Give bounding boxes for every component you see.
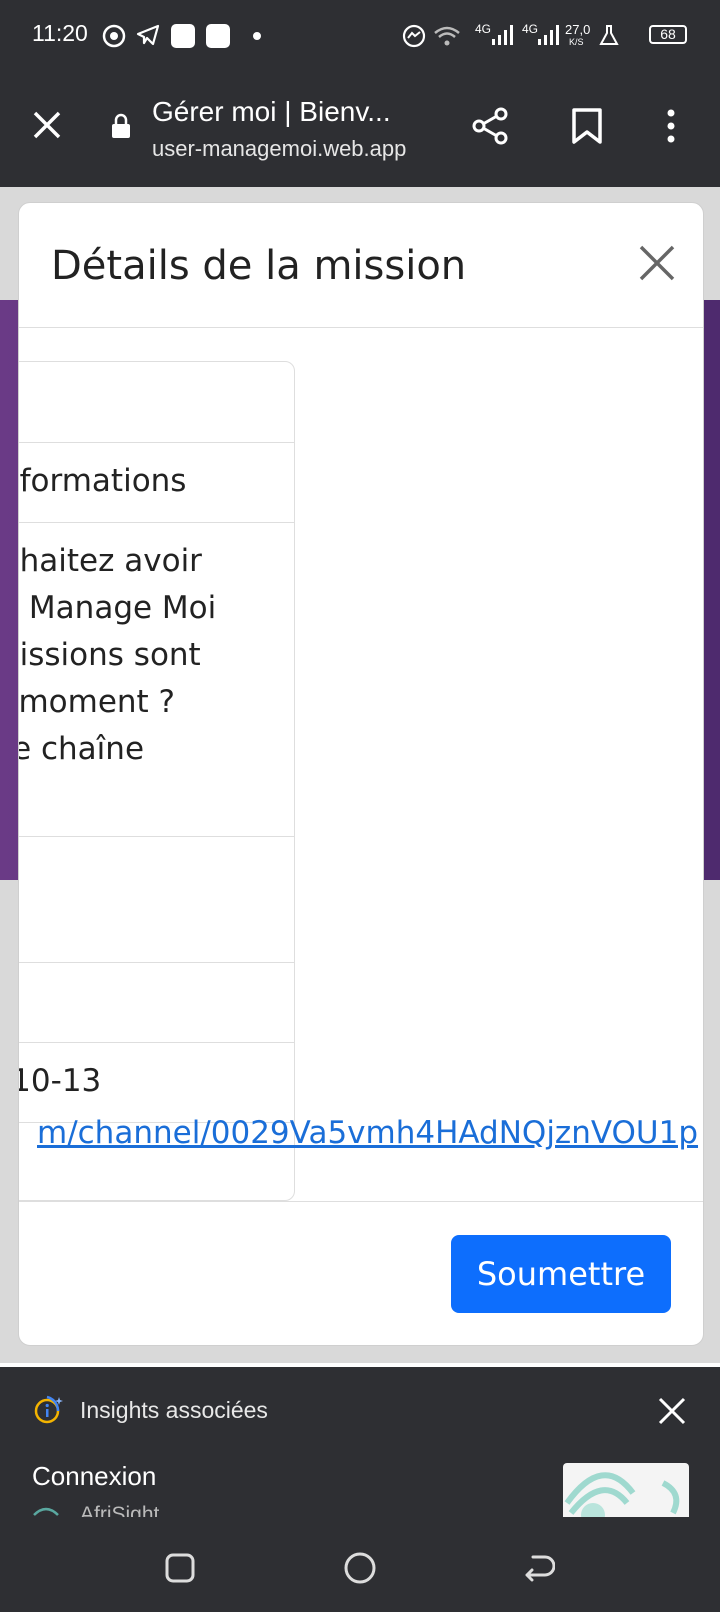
description-line: l moment ?	[18, 684, 176, 720]
insight-thumbnail[interactable]	[563, 1463, 689, 1523]
lock-icon	[112, 113, 130, 138]
messenger-icon	[402, 24, 426, 48]
table-row	[19, 362, 294, 443]
network-speed-unit: K/S	[569, 37, 584, 47]
status-bar: 11:20 4G 4G 27,0 K/S 68	[0, 0, 720, 72]
system-navigation-bar	[0, 1517, 720, 1612]
more-options-icon[interactable]	[664, 108, 678, 144]
modal-title: Détails de la mission	[51, 243, 467, 289]
network-type-1: 4G	[475, 22, 492, 36]
home-icon[interactable]	[343, 1551, 377, 1585]
modal-footer-divider	[19, 1201, 703, 1202]
signal-icon	[538, 25, 559, 45]
notification-icon	[206, 24, 230, 48]
description-line: nissions sont	[18, 637, 201, 673]
close-insights-icon[interactable]	[658, 1397, 686, 1425]
insight-item-title[interactable]: Connexion	[32, 1461, 156, 1492]
network-speed: 27,0	[565, 22, 591, 37]
browser-toolbar: Gérer moi | Bienv... user-managemoi.web.…	[0, 72, 720, 187]
bookmark-icon[interactable]	[571, 108, 603, 144]
mission-details-table: nformations uhaitez avoir e Manage Moi n…	[18, 361, 295, 1201]
share-icon[interactable]	[470, 106, 510, 146]
description-line: uhaitez avoir	[18, 543, 202, 579]
table-row: uhaitez avoir e Manage Moi nissions sont…	[18, 522, 294, 837]
battery-indicator: 68	[649, 25, 687, 44]
channel-link[interactable]: m/channel/0029Va5vmh4HAdNQjznVOU1p	[37, 1115, 698, 1151]
modal-header-divider	[19, 327, 703, 328]
submit-button[interactable]: Soumettre	[451, 1235, 671, 1313]
description-line: re chaîne	[19, 731, 145, 767]
recent-apps-icon[interactable]	[165, 1553, 195, 1583]
thumbnail-image	[564, 1472, 680, 1523]
more-notifications-dot	[253, 32, 261, 40]
insights-panel: Insights associées Connexion AfriSight	[0, 1367, 720, 1526]
table-row: -10-13	[19, 1042, 294, 1123]
status-time: 11:20	[32, 20, 88, 46]
table-row	[19, 962, 294, 1043]
mission-details-modal: Détails de la mission nformations uhaite…	[18, 202, 704, 1346]
close-tab-icon[interactable]	[32, 110, 62, 140]
insights-icon	[34, 1395, 63, 1424]
description-line: e Manage Moi	[18, 590, 217, 626]
table-row	[19, 836, 294, 963]
signal-icon	[492, 25, 513, 45]
page-url[interactable]: user-managemoi.web.app	[152, 136, 406, 162]
insights-label: Insights associées	[80, 1397, 268, 1423]
page-title[interactable]: Gérer moi | Bienv...	[152, 96, 391, 128]
table-cell: nformations	[18, 463, 187, 499]
chrome-icon	[102, 24, 126, 48]
notification-icon	[171, 24, 195, 48]
lab-flask-icon	[599, 25, 619, 45]
telegram-icon	[136, 24, 160, 46]
close-icon[interactable]	[637, 243, 677, 283]
back-icon[interactable]	[523, 1553, 555, 1583]
date-cell: -10-13	[19, 1063, 102, 1099]
wifi-icon	[434, 26, 460, 46]
table-row: nformations	[18, 442, 294, 523]
source-icon	[33, 1507, 59, 1516]
